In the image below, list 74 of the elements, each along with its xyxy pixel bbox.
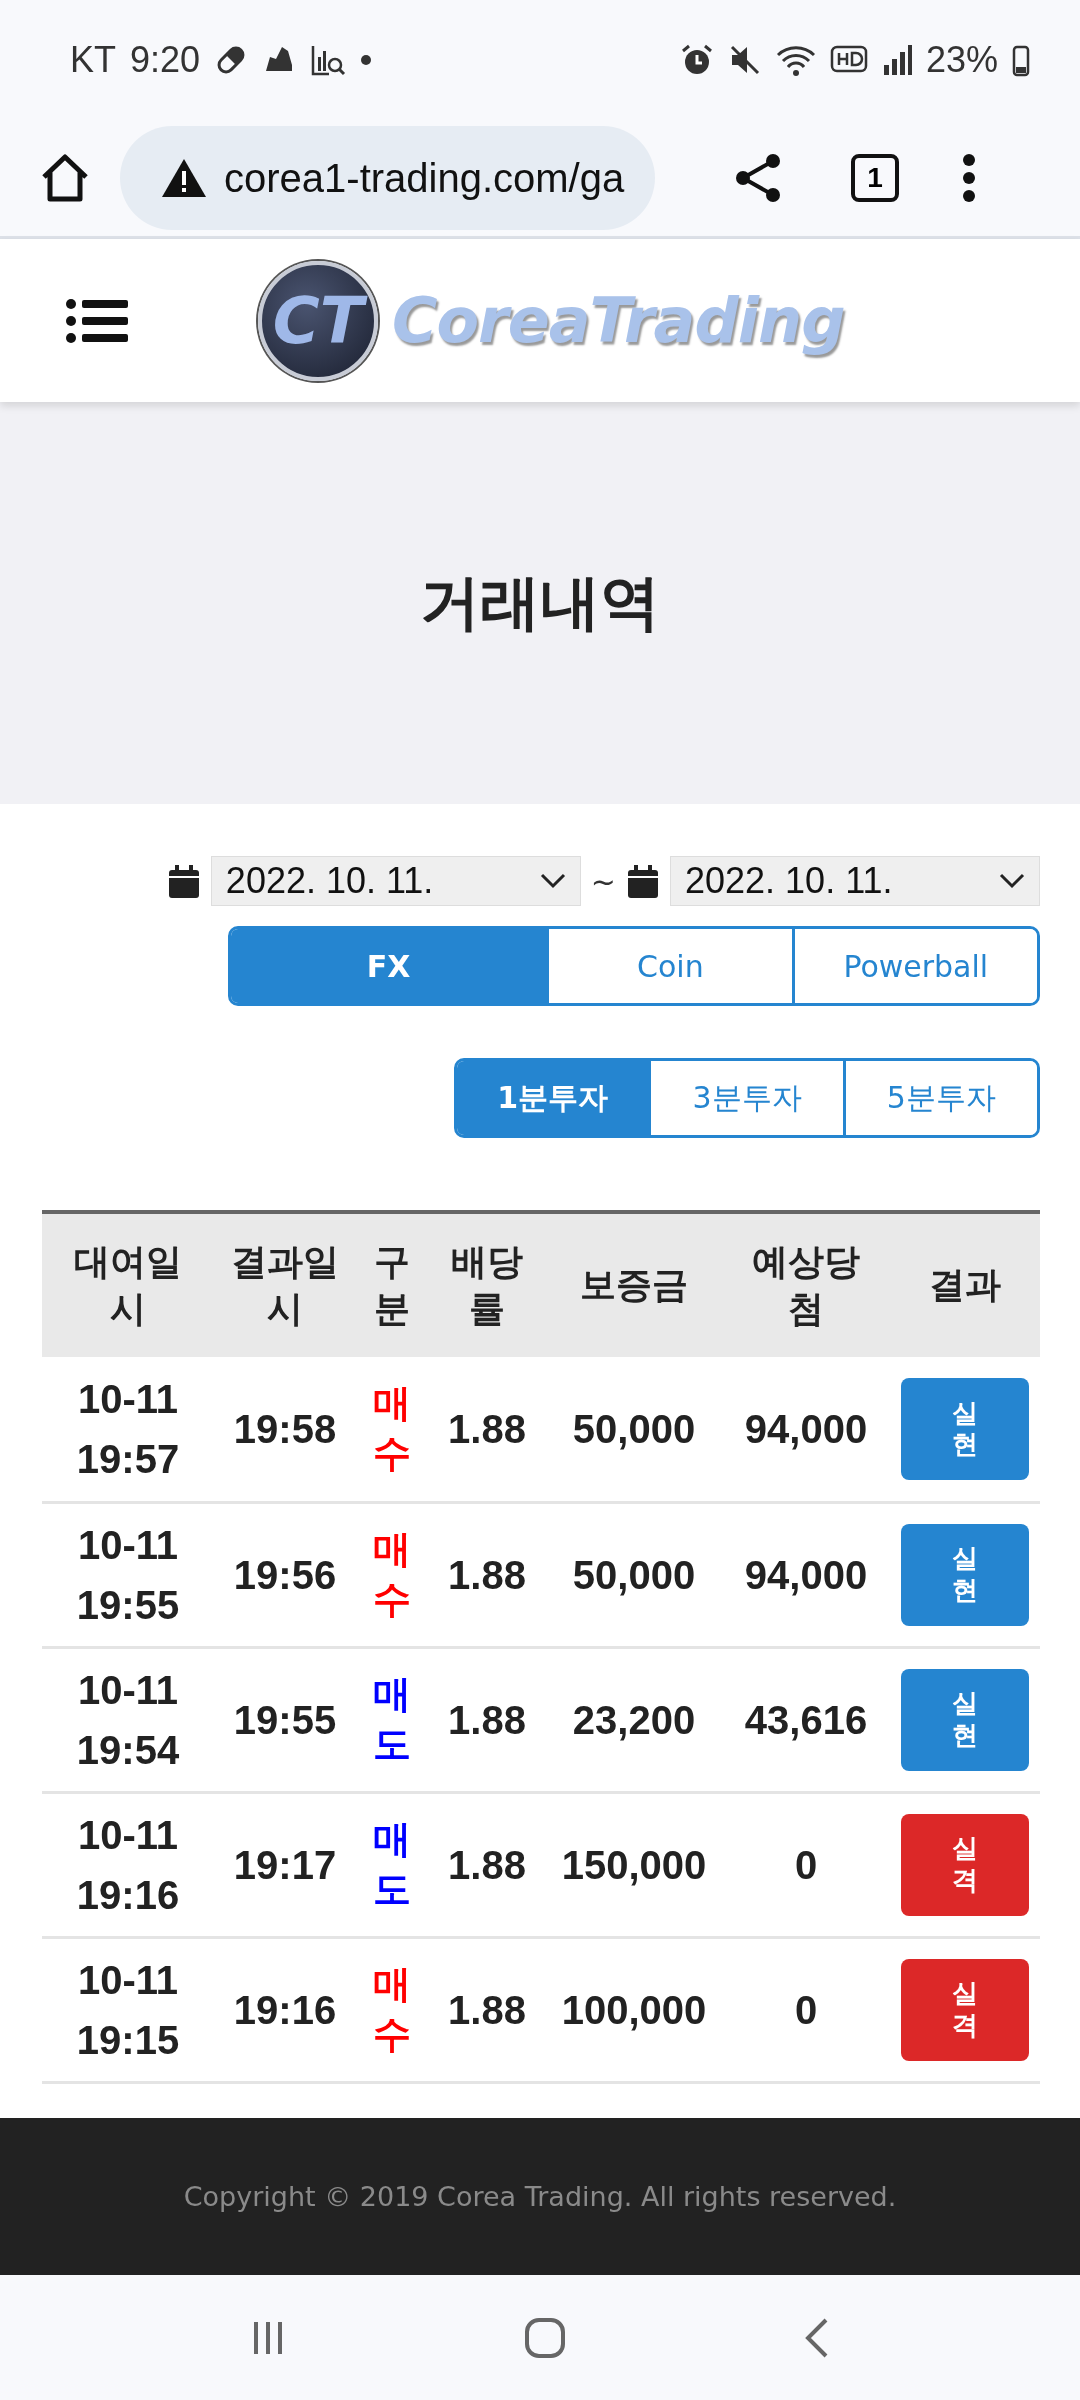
table-cell-text: 50,000 [572,1551,696,1599]
table-cell-text: 19:55 [233,1696,337,1744]
more-icon[interactable] [961,151,977,205]
date-select[interactable]: 2022. 10. 11. [210,856,581,906]
table-cell-text: 19:16 [233,1986,337,2034]
page-title: 거래내역 [420,565,660,639]
tab-count-button[interactable]: 1 [851,154,899,202]
table-cell-text: 94,000 [744,1551,868,1599]
dot-icon [360,54,373,66]
table-cell-text: 19:58 [233,1405,337,1453]
wifi-icon [775,43,816,77]
calendar-icon [166,863,201,899]
column-header: 배당률 [450,1239,524,1331]
battery-percent: 23% [925,39,998,81]
copyright-text: Copyright © 2019 Corea Trading. All rights reserved. [183,2181,897,2212]
date-select[interactable]: 2022. 10. 11. [670,856,1040,906]
range-separator: ~ [590,863,616,899]
table-cell-text: 매도 [373,1816,411,1913]
table-cell-text: 1.88 [448,1551,526,1599]
column-header: 보증금 [580,1263,688,1308]
table-cell-text: 10-11 19:16 [75,1811,181,1919]
chevron-down-icon [539,873,566,889]
column-header: 예상당첨 [751,1239,861,1331]
battery-icon [1012,43,1030,77]
share-icon[interactable] [733,151,783,205]
column-header: 대여일시 [73,1239,183,1331]
table-cell-text: 매수 [373,1961,411,2058]
clock-time: 9:20 [130,39,201,81]
tab[interactable]: 5분투자 [842,1061,1037,1135]
table-cell-text: 23,200 [572,1696,696,1744]
address-bar[interactable]: corea1-trading.com/ga [120,126,655,230]
result-badge: 실격 [901,1813,1029,1916]
table-cell-text: 0 [794,1841,818,1889]
carrier-label: KT [70,39,116,81]
table-cell-text: 10-11 19:54 [75,1666,181,1774]
url-text: corea1-trading.com/ga [224,155,625,201]
signal-icon [881,43,912,77]
tab[interactable]: 1분투자 [457,1061,649,1135]
table-cell-text: 50,000 [572,1405,696,1453]
logo-emblem: CT [258,260,378,381]
table-cell-text: 1.88 [448,1986,526,2034]
result-badge: 실현 [901,1668,1029,1771]
chart-search-icon [310,43,347,77]
table-cell-text: 43,616 [744,1696,868,1744]
table-cell-text: 94,000 [744,1405,868,1453]
result-badge: 실현 [901,1377,1029,1480]
table-cell-text: 10-11 19:57 [75,1375,181,1483]
table-cell-text: 매수 [373,1380,411,1477]
calendar-icon [626,863,660,899]
warning-icon [160,157,208,199]
alarm-icon [679,43,714,77]
table-cell-text: 19:56 [233,1551,337,1599]
result-badge: 실격 [901,1958,1029,2061]
table-cell-text: 100,000 [561,1986,707,2034]
menu-icon[interactable] [66,297,128,344]
table-cell-text: 1.88 [448,1841,526,1889]
table-cell-text: 10-11 19:55 [75,1521,181,1629]
tab[interactable]: Powerball [791,929,1037,1003]
chevron-down-icon [999,873,1025,889]
table-cell-text: 19:17 [233,1841,337,1889]
table-cell-text: 10-11 19:15 [75,1956,181,2064]
table-cell-text: 0 [794,1986,818,2034]
column-header: 구분 [373,1239,411,1331]
home-button-icon[interactable] [523,2315,567,2360]
table-cell-text: 1.88 [448,1405,526,1453]
logo-text: CoreaTrading [392,284,845,357]
column-header: 결과 [929,1263,1001,1308]
result-badge: 실현 [901,1523,1029,1626]
table-cell-text: 150,000 [561,1841,707,1889]
tab[interactable]: FX [231,929,547,1003]
table-cell-text: 매수 [373,1526,411,1623]
table-cell-text: 1.88 [448,1696,526,1744]
column-header: 결과일시 [230,1239,340,1331]
table-cell-text: 매도 [373,1671,411,1768]
